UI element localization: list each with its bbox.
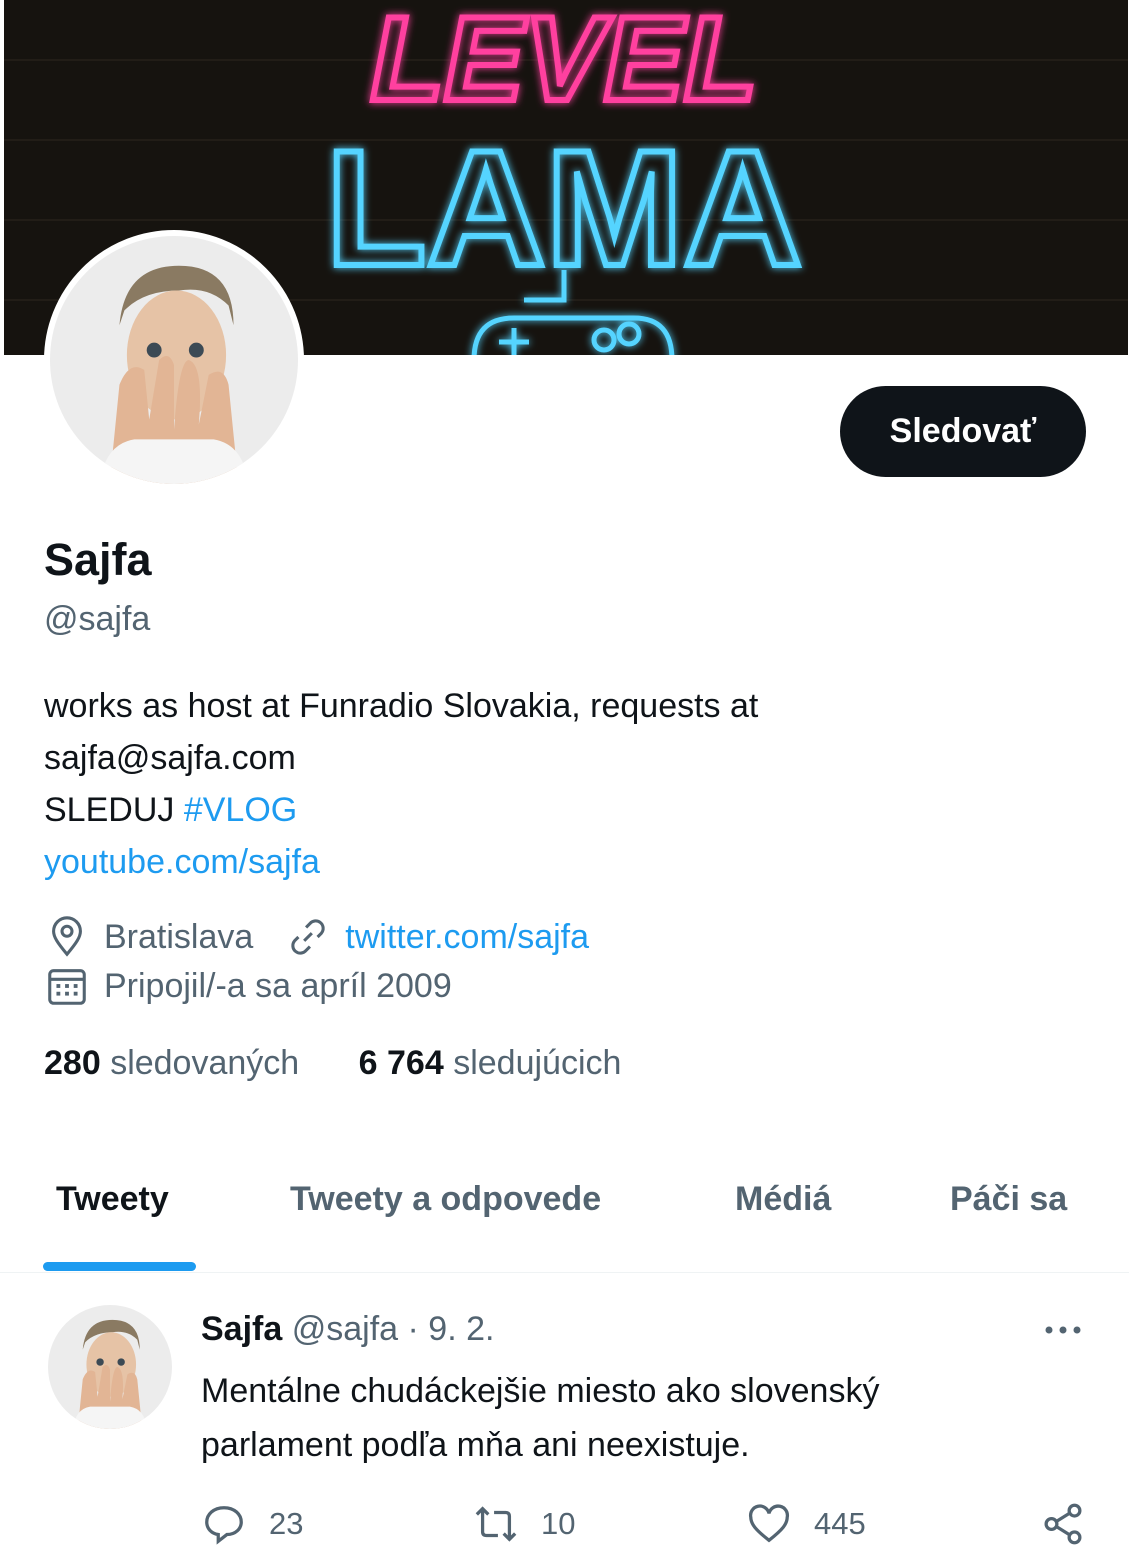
reply-count: 23 [269, 1506, 304, 1541]
profile-handle: @sajfa [44, 600, 151, 638]
share-button[interactable] [1040, 1496, 1108, 1552]
tweet-avatar[interactable] [48, 1305, 172, 1429]
followers-count: 6 764 [358, 1044, 444, 1082]
followers-label: sledujúcich [453, 1044, 622, 1082]
profile-bio: works as host at Funradio Slovakia, requ… [44, 680, 1084, 888]
profile-display-name: Sajfa [44, 534, 152, 585]
banner-level-text: LEVEL [371, 0, 758, 126]
bio-hashtag-link[interactable]: #VLOG [184, 791, 297, 829]
profile-meta-row: Bratislava twitter.com/sajfa [44, 914, 589, 960]
reply-button[interactable]: 23 [201, 1496, 303, 1552]
follow-button[interactable]: Sledovať [840, 386, 1086, 477]
avatar-photo [50, 236, 298, 484]
tweet-date[interactable]: 9. 2. [428, 1310, 494, 1348]
tweet-text: Mentálne chudáckejšie miesto ako slovens… [201, 1364, 1081, 1472]
location-pin-icon [44, 914, 90, 960]
followers-stat[interactable]: 6 764 sledujúcich [359, 1044, 622, 1082]
link-icon [285, 914, 331, 960]
profile-joined-date: Pripojil/-a sa apríl 2009 [104, 966, 452, 1005]
share-icon [1044, 1503, 1082, 1545]
bio-text: SLEDUJ [44, 791, 175, 829]
retweet-button[interactable]: 10 [473, 1496, 575, 1552]
tab-tweets[interactable]: Tweety [56, 1180, 169, 1219]
tweet-text-line-1: Mentálne chudáckejšie miesto ako slovens… [201, 1372, 880, 1410]
retweet-icon [475, 1506, 517, 1542]
retweet-count: 10 [541, 1506, 576, 1541]
tweet-author-handle[interactable]: @sajfa [292, 1310, 398, 1348]
tweet-text-line-2: parlament podľa mňa ani neexistuje. [201, 1426, 750, 1464]
heart-icon [748, 1504, 790, 1543]
tweet-header: Sajfa @sajfa · 9. 2. [201, 1310, 494, 1349]
profile-joined-row: Pripojil/-a sa apríl 2009 [44, 963, 452, 1009]
following-label: sledovaných [110, 1044, 300, 1082]
profile-avatar[interactable] [44, 230, 304, 490]
like-count: 445 [814, 1506, 866, 1541]
tweet-avatar-photo [48, 1305, 172, 1429]
profile-location: Bratislava [104, 917, 254, 956]
bio-youtube-link[interactable]: youtube.com/sajfa [44, 843, 320, 881]
following-stat[interactable]: 280 sledovaných [44, 1044, 299, 1082]
profile-website-link[interactable]: twitter.com/sajfa [345, 918, 589, 957]
tweet-separator: · [407, 1310, 419, 1348]
like-button[interactable]: 445 [746, 1496, 866, 1552]
tab-likes[interactable]: Páči sa [950, 1180, 1067, 1219]
tab-tweets-and-replies[interactable]: Tweety a odpovede [290, 1180, 601, 1219]
calendar-icon [44, 963, 90, 1009]
profile-tabs: Tweety Tweety a odpovede Médiá Páči sa [0, 1160, 1129, 1273]
bio-line-3: SLEDUJ #VLOG [44, 784, 1084, 836]
profile-stats: 280 sledovaných 6 764 sledujúcich [44, 1044, 621, 1083]
tab-media[interactable]: Médiá [735, 1180, 831, 1219]
active-tab-indicator [43, 1262, 196, 1271]
bio-line-2: sajfa@sajfa.com [44, 739, 296, 777]
more-dots-icon[interactable] [1040, 1308, 1086, 1352]
following-count: 280 [44, 1044, 101, 1082]
reply-icon [205, 1506, 243, 1545]
bio-line-4: youtube.com/sajfa [44, 836, 1084, 888]
tweet-author-name[interactable]: Sajfa [201, 1310, 282, 1348]
bio-line-1: works as host at Funradio Slovakia, requ… [44, 687, 759, 725]
